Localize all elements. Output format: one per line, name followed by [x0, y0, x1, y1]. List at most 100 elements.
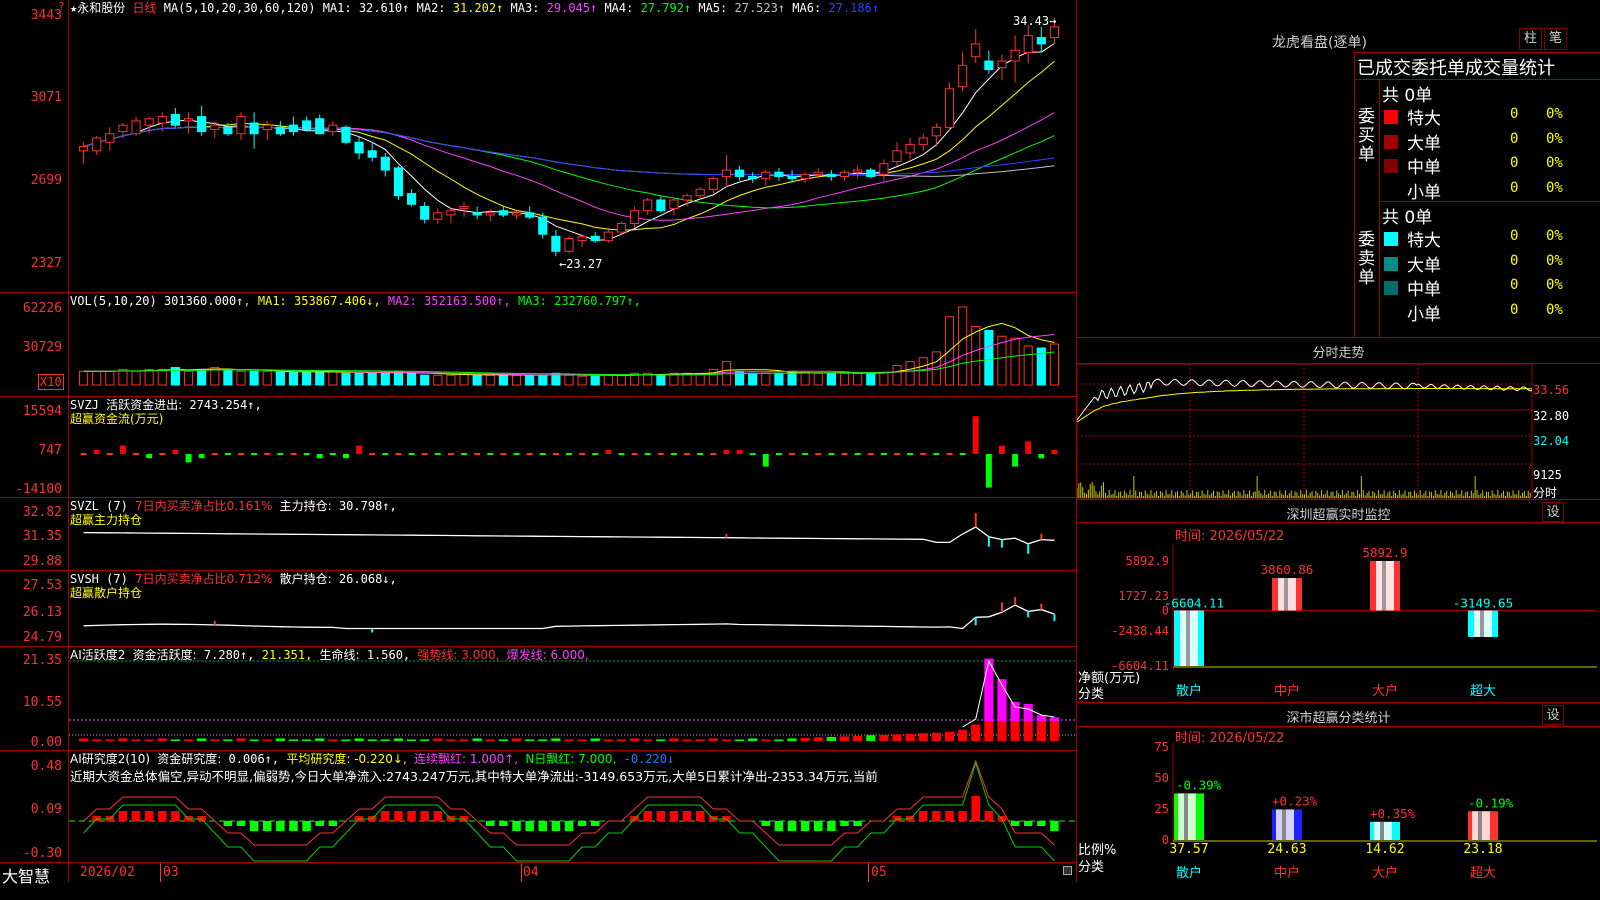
candle-down	[734, 169, 745, 177]
app-logo[interactable]: 大智慧	[2, 863, 50, 887]
volume-chart[interactable]	[69, 293, 1076, 396]
ai-activity-panel[interactable]: AI活跃度2 资金活跃度: 7.280↑, 21.351, 生命线: 1.560…	[0, 647, 1076, 751]
size-pct: 0%	[1546, 228, 1563, 244]
research-bar	[538, 821, 548, 831]
volume-bar	[708, 368, 718, 386]
intraday-axis-label: 32.80	[1533, 409, 1570, 423]
research-bar	[1023, 821, 1033, 826]
classify-bar-shade	[1380, 821, 1384, 840]
intraday-panel[interactable]: 分时走势 33.56 32.80 32.04 9125 分时	[1077, 338, 1600, 500]
monitor-bar	[1468, 610, 1498, 637]
candle-down	[866, 169, 876, 177]
flow-bar	[894, 453, 900, 455]
vol-axis-label: 62226	[22, 301, 62, 316]
volume-bar	[748, 372, 758, 386]
volume-bar	[1049, 343, 1060, 386]
ai-research-chart[interactable]	[69, 751, 1076, 862]
date-tick	[521, 863, 522, 882]
svzl-panel[interactable]: SVZL (7) 7日内买卖净占比0.161% 主力持仓: 30.798↑, 超…	[0, 498, 1076, 571]
activity-bar	[157, 738, 167, 741]
main-chart-area[interactable]: ★永和股份 日线 MA(5,10,20,30,60,120) MA1: 32.6…	[0, 0, 1077, 886]
volume-bar	[406, 372, 417, 386]
monitor-bar-label: 3860.86	[1261, 562, 1314, 577]
holding-line	[83, 526, 1055, 545]
dragon-header: 已成交委托单成交量统计	[1357, 58, 1555, 79]
candlestick-chart[interactable]: 34.43→ ←23.27	[69, 0, 1076, 292]
candle-down	[1036, 37, 1046, 45]
activity-bar	[564, 739, 574, 741]
candle-up	[708, 178, 718, 190]
flow-bar	[657, 453, 664, 455]
candle-up	[92, 137, 102, 152]
volume-bar	[105, 370, 115, 386]
candle-down	[590, 235, 600, 242]
candle-up	[262, 124, 272, 130]
volume-bar	[918, 357, 928, 386]
flow-bar	[447, 453, 454, 455]
volume-bar	[984, 329, 994, 386]
candle-up	[511, 212, 522, 216]
vol-unit[interactable]: X10	[38, 374, 64, 390]
ai2-axis-label: 0.48	[30, 759, 62, 774]
research-bar	[499, 821, 508, 826]
candle-up	[800, 173, 810, 180]
size-pct: 0%	[1546, 277, 1563, 293]
svsh-panel[interactable]: SVSH (7) 7日内买卖净占比0.712% 散户持仓: 26.068↓, 超…	[0, 571, 1076, 647]
classify-bar-chart[interactable]: 75 50 25 0 -0.39% 37.57 散户 +0.23% 24.63 中户 +0.35% 1…	[1077, 703, 1600, 900]
flow-bar	[133, 453, 139, 455]
svzl-chart[interactable]	[69, 498, 1076, 570]
size-pct: 0%	[1546, 106, 1563, 122]
volume-bar	[157, 368, 167, 386]
volume-bar	[249, 370, 259, 386]
buy-side-label: 委买单	[1358, 107, 1375, 165]
ai-research-panel[interactable]: AI研究度2(10) 资金研究度: 0.006↑, 平均研究度: -0.220↓…	[0, 751, 1076, 863]
bar-mode-button[interactable]: 柱	[1519, 28, 1542, 50]
volume-bar	[92, 370, 102, 386]
tick-mode-button[interactable]: 笔	[1544, 28, 1567, 50]
flow-bar	[867, 453, 874, 455]
flow-bar	[999, 445, 1005, 454]
size-name: 小单	[1407, 182, 1441, 203]
candle-down	[656, 199, 666, 212]
price-panel[interactable]: ★永和股份 日线 MA(5,10,20,30,60,120) MA1: 32.6…	[0, 0, 1076, 293]
monitor-axis-label: 1727.23	[1118, 589, 1169, 603]
candle-down	[472, 212, 482, 216]
research-bar	[918, 811, 928, 821]
flow-bar	[671, 453, 677, 455]
svsh-axis-label: 24.79	[22, 630, 62, 645]
size-name: 中单	[1407, 280, 1441, 300]
volume-bar	[288, 371, 299, 386]
svzj-chart[interactable]	[69, 397, 1076, 497]
monitor-bar-chart[interactable]: 5892.91727.230-2438.44-6604.11-6604.11散户…	[1077, 500, 1600, 702]
flow-bar	[684, 453, 691, 455]
ai2-axis-label: 0.09	[30, 802, 62, 817]
candle-up	[761, 171, 771, 180]
research-bar	[433, 811, 443, 821]
svsh-chart[interactable]	[69, 571, 1076, 646]
intraday-chart[interactable]	[1077, 364, 1600, 499]
candle-down	[420, 205, 430, 220]
research-bar	[525, 821, 534, 831]
candle-up	[630, 210, 640, 225]
candle-down	[354, 141, 364, 154]
research-bar	[984, 811, 994, 821]
svzj-panel[interactable]: SVZJ 活跃资金进出: 2743.254↑, 超赢资金流(万元) 15594 …	[0, 397, 1076, 498]
activity-bar	[459, 739, 469, 741]
candle-up	[905, 143, 915, 154]
volume-panel[interactable]: VOL(5,10,20) 301360.000↑, MA1: 353867.40…	[0, 293, 1076, 397]
ma-line	[83, 126, 1055, 209]
flow-bar	[159, 453, 166, 455]
ai-activity-chart[interactable]	[69, 647, 1076, 750]
activity-bar	[682, 739, 692, 741]
research-bar	[420, 811, 429, 821]
flow-bar	[1025, 441, 1032, 454]
flow-bar	[697, 453, 704, 455]
volume-bar	[485, 374, 495, 386]
activity-bar	[78, 738, 89, 741]
size-color-swatch	[1384, 110, 1398, 124]
monitor-category-label: 大户	[1372, 683, 1398, 699]
research-bar	[407, 811, 416, 821]
volume-bar	[275, 371, 285, 386]
lock-icon[interactable]	[1063, 866, 1072, 875]
volume-bar	[866, 372, 876, 386]
